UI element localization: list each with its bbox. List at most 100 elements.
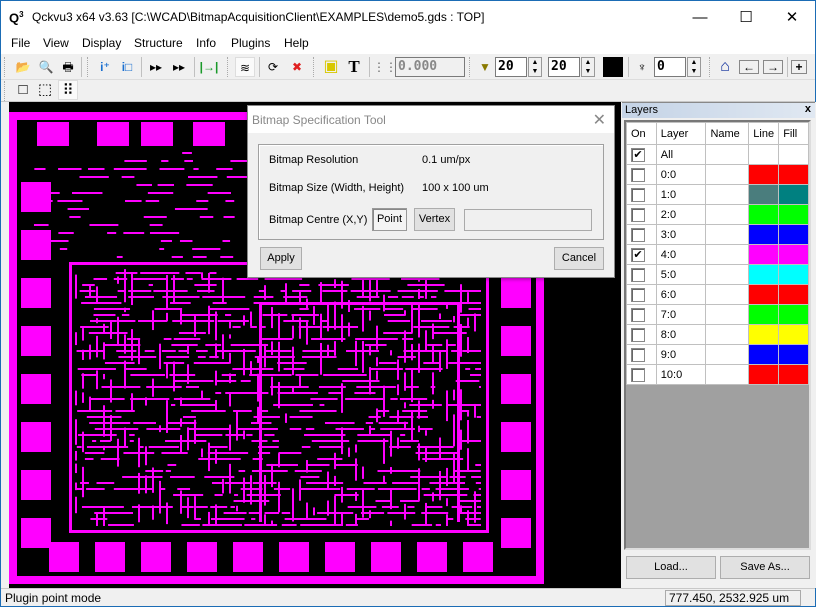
print-preview-icon[interactable]: 🔍 [36, 57, 56, 77]
layer-visibility-checkbox[interactable] [631, 307, 645, 322]
layer-row[interactable]: 1:0 [626, 184, 809, 205]
layer-fill-color[interactable] [778, 244, 809, 265]
point-button[interactable]: Point [372, 208, 407, 231]
layer-name[interactable] [705, 244, 750, 265]
toolbar-grip[interactable] [469, 57, 472, 77]
layer-row[interactable]: 2:0 [626, 204, 809, 225]
layer-fill-color[interactable] [778, 364, 809, 385]
layer-row[interactable]: ✔ All [626, 144, 809, 165]
layer-name[interactable] [705, 344, 750, 365]
layers-icon[interactable]: ≋ [235, 57, 255, 77]
layer-line-color[interactable] [748, 144, 780, 165]
fill-toggle-icon[interactable]: ▣ [321, 57, 341, 77]
layer-name[interactable] [705, 284, 750, 305]
layer-name[interactable] [705, 304, 750, 325]
fit-view-icon[interactable]: |→| [199, 57, 219, 77]
layer-line-color[interactable] [748, 204, 780, 225]
vertex-button[interactable]: Vertex [414, 208, 455, 231]
layer-row[interactable]: ✔ 4:0 [626, 244, 809, 265]
layer-line-color[interactable] [748, 344, 780, 365]
column-header-on[interactable]: On [626, 122, 657, 145]
minimize-button[interactable]: — [677, 1, 723, 34]
layers-panel-close-icon[interactable]: x [805, 103, 811, 115]
layer-fill-color[interactable] [778, 264, 809, 285]
layers-grid[interactable]: On Layer Name Line Fill ✔ All 0:0 1:0 2:0 3:0… [624, 120, 811, 550]
menu-view[interactable]: View [43, 36, 69, 50]
layer-visibility-checkbox[interactable] [631, 227, 645, 242]
toolbar-grip[interactable] [4, 81, 7, 101]
forward-icon[interactable]: → [763, 60, 783, 74]
info-box-icon[interactable]: i□ [117, 57, 137, 77]
back-icon[interactable]: ← [739, 60, 759, 74]
layer-row[interactable]: 0:0 [626, 164, 809, 185]
layer-line-color[interactable] [748, 284, 780, 305]
print-icon[interactable]: 🖶 [58, 57, 78, 77]
apply-button[interactable]: Apply [260, 247, 302, 270]
info-add-icon[interactable]: i⁺ [95, 57, 115, 77]
dialog-close-icon[interactable]: ✕ [593, 110, 606, 130]
open-file-icon[interactable]: 📂 [13, 57, 33, 77]
layer-visibility-checkbox[interactable] [631, 327, 645, 342]
layer-visibility-checkbox[interactable] [631, 167, 645, 182]
layer-fill-color[interactable] [778, 144, 809, 165]
menu-plugins[interactable]: Plugins [231, 36, 270, 50]
layer-name[interactable] [705, 164, 750, 185]
layer-name[interactable] [705, 224, 750, 245]
toolbar-grip[interactable] [4, 57, 7, 77]
menu-file[interactable]: File [11, 36, 30, 50]
step-into-icon[interactable]: ▸▸ [146, 57, 166, 77]
toolbar-grip[interactable] [709, 57, 712, 77]
column-header-fill[interactable]: Fill [778, 122, 809, 145]
menu-help[interactable]: Help [284, 36, 309, 50]
layer-visibility-checkbox[interactable] [631, 347, 645, 362]
save-layers-button[interactable]: Save As... [720, 556, 810, 579]
layer-fill-color[interactable] [778, 324, 809, 345]
layer-row[interactable]: 7:0 [626, 304, 809, 325]
toolbar-grip[interactable] [87, 57, 90, 77]
layer-fill-color[interactable] [778, 304, 809, 325]
menu-display[interactable]: Display [82, 36, 121, 50]
layer-visibility-checkbox[interactable] [631, 287, 645, 302]
maximize-button[interactable]: ☐ [723, 1, 769, 34]
column-header-line[interactable]: Line [748, 122, 780, 145]
layer-fill-color[interactable] [778, 344, 809, 365]
centre-coordinates-input[interactable] [464, 209, 592, 231]
layer-name[interactable] [705, 204, 750, 225]
layer-visibility-checkbox[interactable] [631, 207, 645, 222]
layer-line-color[interactable] [748, 184, 780, 205]
filter-icon[interactable]: ▼ [475, 57, 495, 77]
close-button[interactable]: ✕ [769, 1, 815, 34]
depth-spinner[interactable]: ▲ ▼ [687, 57, 701, 77]
layer-row[interactable]: 10:0 [626, 364, 809, 385]
layer-fill-color[interactable] [778, 164, 809, 185]
filter-min-input[interactable]: 20 [495, 57, 527, 77]
layer-row[interactable]: 5:0 [626, 264, 809, 285]
layer-name[interactable] [705, 324, 750, 345]
filter-max-input[interactable]: 20 [548, 57, 580, 77]
step-over-icon[interactable]: ▸▸ [169, 57, 189, 77]
toolbar-grip[interactable] [313, 57, 316, 77]
layer-line-color[interactable] [748, 224, 780, 245]
layer-visibility-checkbox[interactable] [631, 267, 645, 282]
filter-min-spinner[interactable]: ▲ ▼ [528, 57, 542, 77]
layer-line-color[interactable] [748, 164, 780, 185]
column-header-layer[interactable]: Layer [655, 122, 707, 145]
layer-fill-color[interactable] [778, 184, 809, 205]
layer-visibility-checkbox[interactable]: ✔ [631, 147, 645, 162]
layer-row[interactable]: 9:0 [626, 344, 809, 365]
layer-line-color[interactable] [748, 264, 780, 285]
menu-structure[interactable]: Structure [134, 36, 183, 50]
layer-name[interactable] [705, 364, 750, 385]
text-toggle-icon[interactable]: T [344, 57, 364, 77]
layer-row[interactable]: 8:0 [626, 324, 809, 345]
layer-name[interactable] [705, 264, 750, 285]
layer-fill-color[interactable] [778, 284, 809, 305]
layer-name[interactable] [705, 144, 750, 165]
depth-input[interactable]: 0 [654, 57, 686, 77]
load-layers-button[interactable]: Load... [626, 556, 716, 579]
select-box-icon[interactable]: □ [13, 80, 33, 100]
grid-icon[interactable]: ⋮⋮ [373, 57, 397, 77]
layer-line-color[interactable] [748, 364, 780, 385]
refresh-icon[interactable]: ⟳ [263, 57, 283, 77]
layer-visibility-checkbox[interactable] [631, 367, 645, 382]
